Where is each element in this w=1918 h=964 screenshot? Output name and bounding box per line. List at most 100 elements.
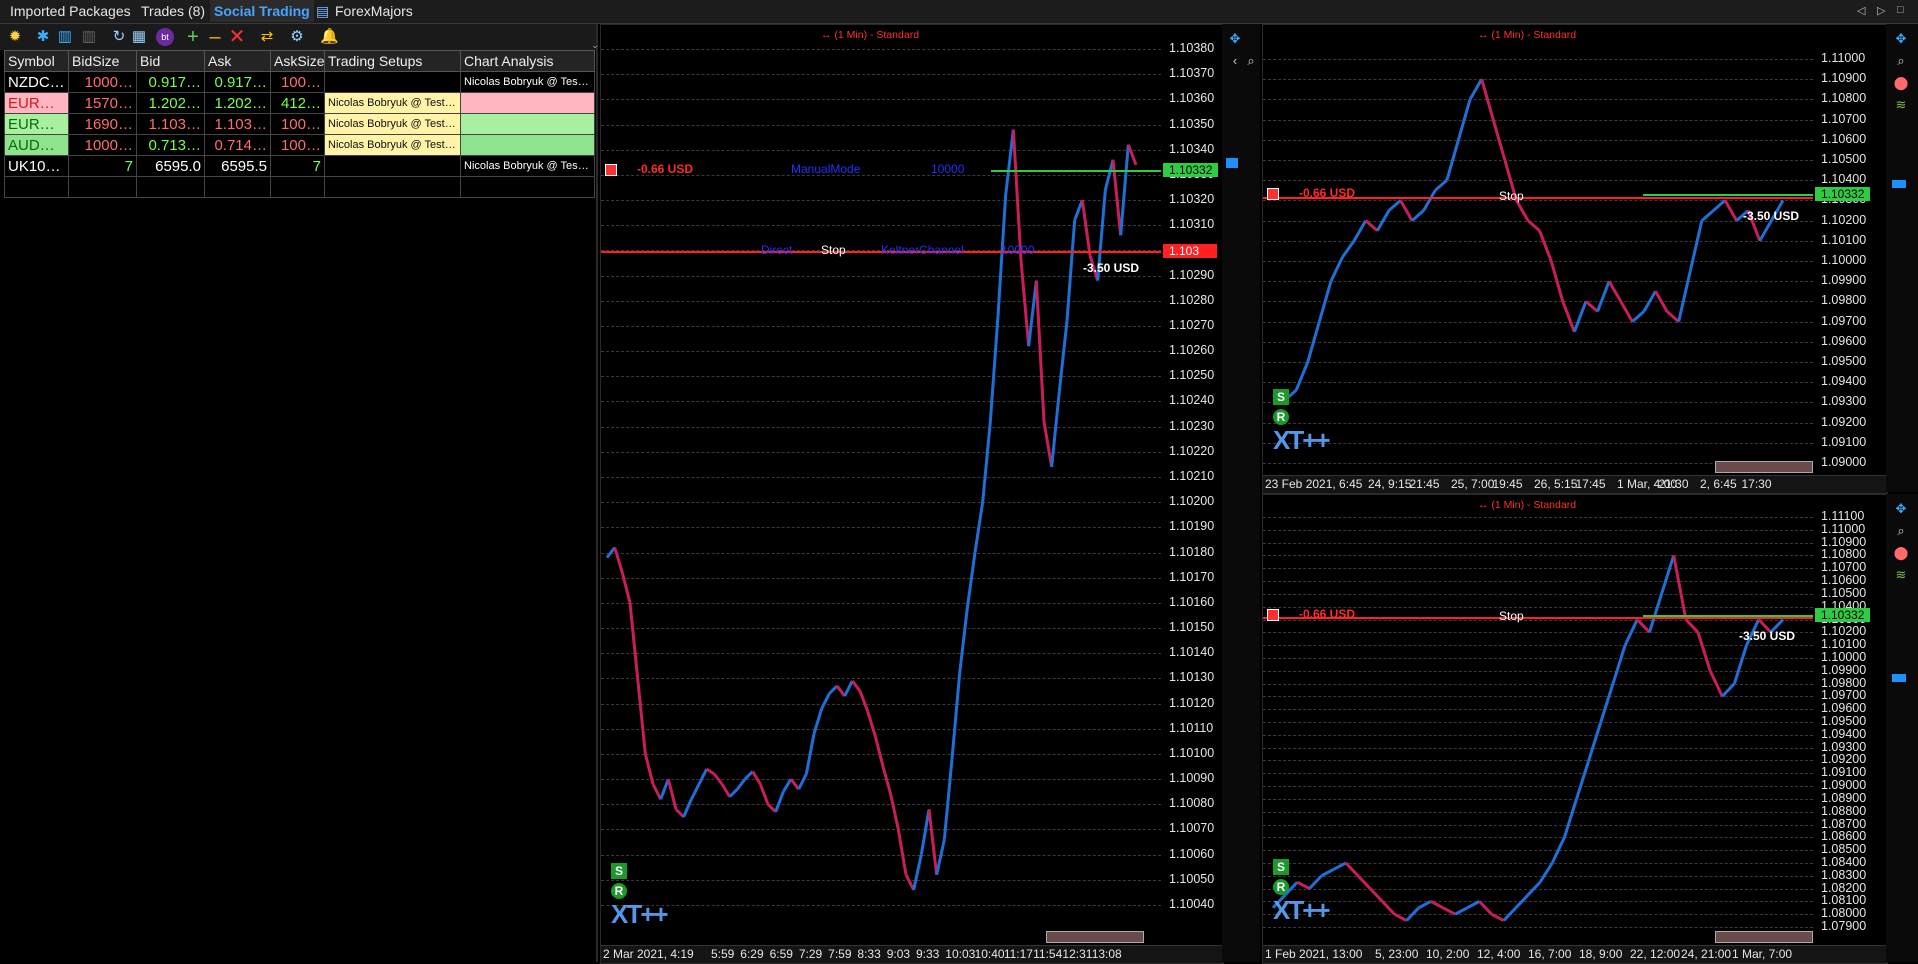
cell-analysis[interactable] bbox=[460, 176, 595, 198]
col-asksize[interactable]: AskSize bbox=[270, 50, 325, 72]
col-bidsize[interactable]: BidSize bbox=[68, 50, 137, 72]
bell-icon[interactable]: 🔔 bbox=[320, 28, 339, 46]
search-icon[interactable]: ⌕ bbox=[1892, 52, 1910, 70]
cell-symbol[interactable]: EURU… bbox=[4, 92, 69, 114]
cell-analysis[interactable] bbox=[460, 92, 595, 114]
maximize-icon[interactable]: □ bbox=[1897, 4, 1904, 16]
cell-bid[interactable]: 0.713… bbox=[136, 134, 205, 156]
cell-setups[interactable]: Nicolas Bobryuk @ Test… bbox=[324, 113, 461, 135]
nav-right-icon[interactable]: ▷ bbox=[1877, 4, 1885, 17]
signal-s-badge[interactable]: S bbox=[1273, 859, 1289, 875]
cell-ask[interactable]: 0.917… bbox=[204, 71, 271, 93]
close-order-icon[interactable] bbox=[1267, 187, 1279, 200]
settings-icon[interactable]: ⚙ bbox=[288, 28, 306, 46]
cell-bid[interactable]: 1.103… bbox=[136, 113, 205, 135]
cell-bidsize[interactable] bbox=[68, 176, 137, 198]
cell-setups[interactable]: Nicolas Bobryuk @ Test… bbox=[324, 92, 461, 114]
col-trading-setups[interactable]: Trading Setups bbox=[324, 50, 461, 72]
tab-imported-packages[interactable]: Imported Packages bbox=[10, 0, 131, 22]
trade-icon[interactable]: ⇄ bbox=[258, 28, 276, 46]
signal-s-badge[interactable]: S bbox=[611, 863, 627, 879]
zoom-slider-handle[interactable] bbox=[1226, 158, 1238, 168]
cell-asksize[interactable]: 100… bbox=[270, 113, 325, 135]
cell-bid[interactable]: 0.917… bbox=[136, 71, 205, 93]
chart-scroll-indicator[interactable] bbox=[1715, 931, 1813, 943]
expand-icon[interactable]: ✥ bbox=[1892, 30, 1910, 48]
cell-asksize[interactable]: 100… bbox=[270, 134, 325, 156]
chart-panel-main[interactable]: ↔ (1 Min) - Standard 1.10380 1.10370 1.1036… bbox=[600, 24, 1224, 964]
chart-alt-icon[interactable]: ▦ bbox=[130, 28, 148, 46]
location-icon[interactable]: ⬤ bbox=[1892, 74, 1910, 92]
search-icon[interactable]: ⌕ bbox=[1892, 522, 1910, 540]
add-icon[interactable]: + bbox=[184, 27, 202, 47]
close-order-icon[interactable] bbox=[1267, 609, 1279, 622]
close-icon[interactable]: ✕ bbox=[228, 27, 246, 47]
cell-bid[interactable]: 6595.0 bbox=[136, 155, 205, 177]
cell-ask[interactable]: 0.714… bbox=[204, 134, 271, 156]
chart-icon[interactable]: ▥ bbox=[56, 28, 74, 46]
cell-asksize[interactable]: 100… bbox=[270, 71, 325, 93]
chart-muted-icon[interactable]: ▥ bbox=[80, 28, 98, 46]
cell-symbol[interactable] bbox=[4, 176, 69, 198]
cell-symbol[interactable]: UK10… bbox=[4, 155, 69, 177]
sun-icon[interactable]: ✹ bbox=[6, 28, 24, 46]
ask-price-line[interactable] bbox=[1643, 193, 1813, 196]
expand-icon[interactable]: ✥ bbox=[1226, 30, 1244, 48]
cell-bidsize[interactable]: 1000… bbox=[68, 134, 137, 156]
search-icon[interactable]: ⌕ bbox=[1242, 52, 1260, 70]
cell-ask[interactable]: 1.202… bbox=[204, 92, 271, 114]
cell-bid[interactable] bbox=[136, 176, 205, 198]
cell-bidsize[interactable]: 1570… bbox=[68, 92, 137, 114]
cell-bidsize[interactable]: 1690… bbox=[68, 113, 137, 135]
table-row[interactable]: UK10… 7 6595.0 6595.5 7 Nicolas Bobryuk @ Tes… bbox=[4, 155, 595, 177]
table-row[interactable]: EURU… 1570… 1.202… 1.202… 412… Nicolas Bobryu… bbox=[4, 92, 595, 114]
cell-symbol[interactable]: NZDC… bbox=[4, 71, 69, 93]
refresh-icon[interactable]: ↻ bbox=[110, 28, 128, 46]
cell-asksize[interactable]: 7 bbox=[270, 155, 325, 177]
cell-analysis[interactable]: Nicolas Bobryuk @ Test… bbox=[460, 155, 595, 177]
signal-r-badge[interactable]: R bbox=[611, 883, 627, 899]
ask-price-line[interactable] bbox=[991, 169, 1161, 172]
cell-analysis[interactable]: Nicolas Bobryuk @ Test… bbox=[460, 71, 595, 93]
cell-symbol[interactable]: EURCHF bbox=[4, 113, 69, 135]
zoom-slider-handle[interactable] bbox=[1892, 674, 1906, 682]
close-order-icon[interactable] bbox=[605, 163, 617, 176]
cell-setups[interactable] bbox=[324, 71, 461, 93]
table-row[interactable]: AUDC… 1000… 0.713… 0.714… 100… Nicolas Bobryu… bbox=[4, 134, 595, 156]
chart-panel-bottom-right[interactable]: ↔ (1 Min) - Standard 1.11100 1.11000 1.1090… bbox=[1262, 494, 1888, 964]
signal-s-badge[interactable]: S bbox=[1273, 389, 1289, 405]
cell-asksize[interactable] bbox=[270, 176, 325, 198]
tab-forexmajors[interactable]: ForexMajors bbox=[335, 0, 413, 22]
table-row[interactable] bbox=[4, 176, 595, 198]
table-row[interactable]: NZDC… 1000… 0.917… 0.917… 100… Nicolas Bobryu… bbox=[4, 71, 595, 93]
cell-analysis[interactable] bbox=[460, 113, 595, 135]
col-symbol[interactable]: Symbol bbox=[4, 50, 69, 72]
minus-icon[interactable]: – bbox=[206, 27, 224, 47]
cell-setups[interactable] bbox=[324, 155, 461, 177]
expand-icon[interactable]: ✥ bbox=[1892, 500, 1910, 518]
signal-icon[interactable]: ≋ bbox=[1892, 566, 1910, 584]
grid-icon[interactable]: ✱ bbox=[34, 28, 52, 46]
chart-scroll-indicator[interactable] bbox=[1715, 461, 1813, 473]
signal-r-badge[interactable]: R bbox=[1273, 879, 1289, 895]
col-bid[interactable]: Bid bbox=[136, 50, 205, 72]
cell-bidsize[interactable]: 1000… bbox=[68, 71, 137, 93]
cell-bidsize[interactable]: 7 bbox=[68, 155, 137, 177]
table-row[interactable]: EURCHF 1690… 1.103… 1.103… 100… Nicolas Bobry… bbox=[4, 113, 595, 135]
zoom-slider-handle[interactable] bbox=[1892, 180, 1906, 188]
location-icon[interactable]: ⬤ bbox=[1892, 544, 1910, 562]
signal-icon[interactable]: ≋ bbox=[1892, 96, 1910, 114]
signal-r-badge[interactable]: R bbox=[1273, 409, 1289, 425]
nav-left-icon[interactable]: ◁ bbox=[1857, 4, 1865, 17]
tab-social-trading[interactable]: Social Trading bbox=[210, 0, 314, 22]
cell-ask[interactable]: 1.103… bbox=[204, 113, 271, 135]
chart-panel-top-right[interactable]: ↔ (1 Min) - Standard 1.11000 1.10900 1.1080… bbox=[1262, 24, 1888, 494]
col-chart-analysis[interactable]: Chart Analysis bbox=[460, 50, 595, 72]
cell-ask[interactable]: 6595.5 bbox=[204, 155, 271, 177]
cell-analysis[interactable] bbox=[460, 134, 595, 156]
cell-bid[interactable]: 1.202… bbox=[136, 92, 205, 114]
cell-symbol[interactable]: AUDC… bbox=[4, 134, 69, 156]
col-ask[interactable]: Ask bbox=[204, 50, 271, 72]
tab-trades[interactable]: Trades (8) bbox=[141, 0, 205, 22]
badge-icon[interactable]: bt bbox=[156, 28, 174, 46]
